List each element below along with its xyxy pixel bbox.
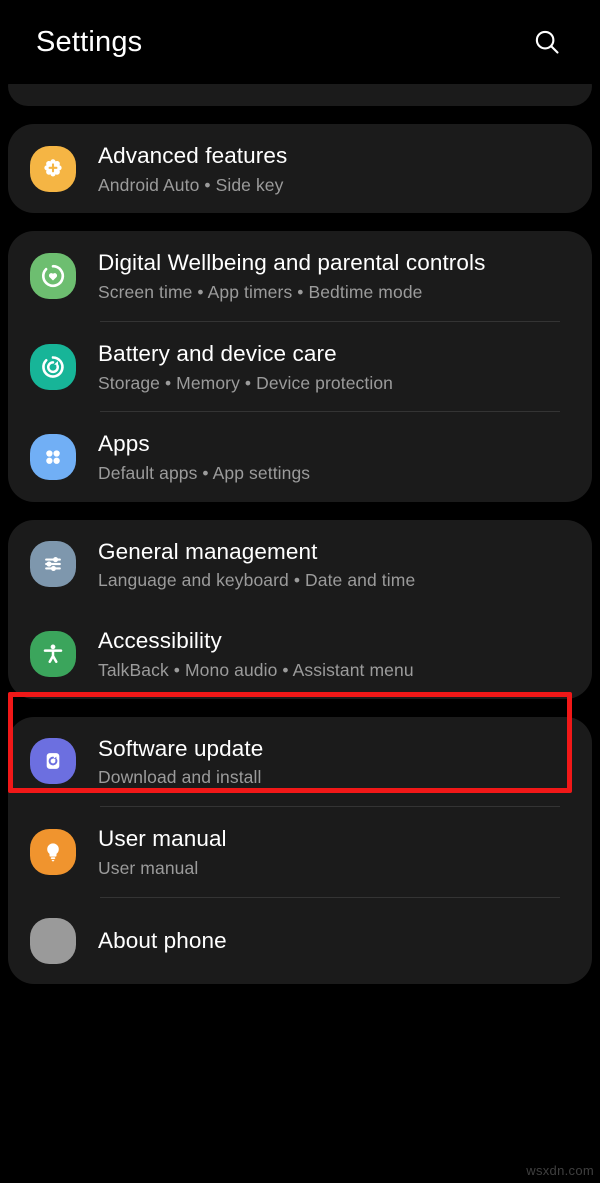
row-subtitle: Android Auto • Side key: [98, 174, 284, 195]
row-subtitle: TalkBack • Mono audio • Assistant menu: [98, 659, 414, 680]
accessibility-person-icon: [30, 630, 76, 677]
apps-grid-icon: [30, 434, 76, 481]
sliders-icon: [30, 541, 76, 588]
card-about-group: Software update Download and install Use…: [8, 716, 592, 984]
row-subtitle: Storage • Memory • Device protection: [98, 372, 393, 393]
row-subtitle: Language and keyboard • Date and time: [98, 570, 416, 591]
row-title: User manual: [98, 826, 227, 852]
row-text: General management Language and keyboard…: [98, 537, 574, 592]
settings-row-general-management[interactable]: General management Language and keyboard…: [8, 520, 592, 609]
card-device-group: Digital Wellbeing and parental controls …: [8, 231, 592, 502]
row-text: Advanced features Android Auto • Side ke…: [98, 141, 574, 196]
wellbeing-heart-icon: [30, 253, 76, 300]
row-title: Advanced features: [98, 143, 288, 168]
card-general-group: General management Language and keyboard…: [8, 519, 592, 699]
settings-row-software-update[interactable]: Software update Download and install: [8, 717, 592, 806]
row-text: About phone: [98, 926, 574, 956]
row-subtitle: Default apps • App settings: [98, 463, 311, 483]
row-title: Digital Wellbeing and parental controls: [98, 250, 486, 276]
settings-row-digital-wellbeing[interactable]: Digital Wellbeing and parental controls …: [8, 231, 592, 320]
row-title: About phone: [98, 927, 227, 953]
row-title: General management: [98, 538, 318, 564]
row-text: User manual User manual: [98, 824, 574, 879]
settings-row-advanced-features[interactable]: Advanced features Android Auto • Side ke…: [8, 124, 592, 213]
settings-row-user-manual[interactable]: User manual User manual: [8, 807, 592, 896]
device-care-icon: [30, 343, 76, 390]
app-header: Settings: [0, 0, 600, 84]
advanced-features-icon: [30, 145, 76, 192]
row-title: Battery and device care: [98, 340, 337, 366]
lightbulb-icon: [30, 828, 76, 875]
settings-screen: Settings Manage accounts • Smart Switch: [0, 0, 600, 1183]
settings-row-accessibility[interactable]: Accessibility TalkBack • Mono audio • As…: [8, 609, 592, 698]
row-text: Accessibility TalkBack • Mono audio • As…: [98, 626, 574, 681]
search-icon[interactable]: [524, 19, 570, 65]
row-text: Software update Download and install: [98, 734, 574, 789]
row-title: Apps: [98, 431, 150, 457]
watermark: wsxdn.com: [526, 1163, 594, 1178]
row-title: Software update: [98, 735, 264, 761]
settings-list[interactable]: Manage accounts • Smart Switch Advanced …: [0, 66, 600, 1183]
card-advanced-features: Advanced features Android Auto • Side ke…: [8, 124, 592, 214]
row-text: Digital Wellbeing and parental controls …: [98, 248, 574, 303]
settings-row-battery-device-care[interactable]: Battery and device care Storage • Memory…: [8, 322, 592, 411]
row-title: Accessibility: [98, 628, 222, 654]
row-subtitle: Download and install: [98, 767, 262, 788]
row-text: Battery and device care Storage • Memory…: [98, 339, 574, 394]
settings-row-about-phone[interactable]: About phone: [8, 898, 592, 984]
settings-row-apps[interactable]: Apps Default apps • App settings: [8, 412, 592, 501]
software-update-icon: [30, 738, 76, 785]
about-phone-icon: [30, 917, 76, 964]
row-text: Apps Default apps • App settings: [98, 429, 574, 484]
row-subtitle: User manual: [98, 857, 199, 878]
row-subtitle: Screen time • App timers • Bedtime mode: [98, 282, 423, 303]
page-title: Settings: [36, 25, 143, 58]
